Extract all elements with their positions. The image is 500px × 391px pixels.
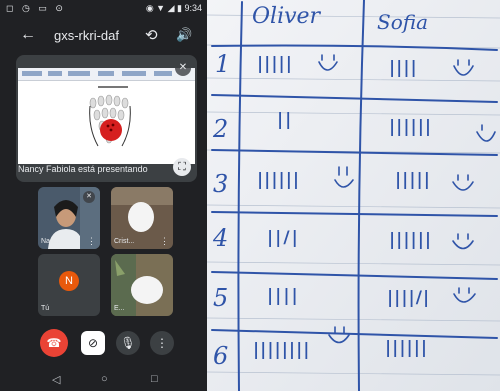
notebook-photo: Oliver Sofia 1 ||||| |||| 2 || |||||| 3 …: [207, 0, 500, 391]
nav-home-icon[interactable]: ○: [101, 373, 108, 385]
row-number: 1: [215, 50, 231, 78]
bowling-pins-image: [89, 94, 131, 147]
participant-tile-e[interactable]: E...: [111, 254, 173, 316]
more-options-icon[interactable]: ⋮: [160, 237, 169, 246]
tally-sofia: ||||: [389, 58, 418, 78]
speaker-icon[interactable]: 🔊: [176, 27, 192, 43]
tally-oliver: |||||: [257, 54, 293, 74]
mic-toggle-button[interactable]: 🎙: [116, 331, 140, 355]
participant-tile-nan[interactable]: ✕ Nan... ⋮: [38, 187, 100, 249]
tally-sofia: ||||||: [385, 338, 429, 358]
phone-icon: ☎: [46, 336, 62, 350]
camera-off-icon: ⊘: [87, 336, 99, 350]
row-number: 4: [213, 224, 229, 252]
tally-oliver: ||||: [267, 286, 300, 306]
hangup-button[interactable]: ☎: [40, 329, 68, 357]
participant-name: E...: [114, 305, 125, 312]
row-number: 2: [213, 115, 229, 143]
status-time: 9:34: [184, 3, 202, 13]
tally-oliver: ||||||: [257, 170, 301, 190]
presenting-label: Nancy Fabiola está presentando: [18, 164, 148, 174]
status-left-icons: ◻ ◷ ▭ ⊙: [6, 3, 66, 13]
camera-toggle-button[interactable]: ⊘: [81, 331, 105, 355]
more-options-button[interactable]: ⋮: [150, 331, 174, 355]
mic-off-icon: ✕: [83, 191, 95, 203]
meeting-code: gxs-rkri-daf: [54, 28, 120, 43]
tally-sofia: ||||/|: [387, 288, 431, 308]
status-bar: ◻ ◷ ▭ ⊙ ◉ ▼ ◢ ▮ 9:34: [0, 0, 207, 17]
row-number: 6: [213, 342, 229, 370]
participant-name: Nan...: [41, 238, 60, 245]
mic-icon: 🎙: [120, 336, 136, 350]
column-header-oliver: Oliver: [252, 4, 321, 29]
tally-sofia: ||||||: [389, 117, 433, 137]
shared-document: [18, 68, 195, 164]
more-vert-icon: ⋮: [156, 336, 168, 350]
row-number: 5: [213, 284, 229, 312]
meeting-app-bar: ← gxs-rkri-daf ⟲ 🔊: [0, 17, 207, 55]
tally-sofia: ||||||: [389, 230, 433, 250]
participant-name: Crist...: [114, 238, 135, 245]
mic-off-icon: ✕: [175, 60, 191, 76]
row-number: 3: [213, 170, 229, 198]
tally-sofia: |||||: [395, 170, 431, 190]
more-options-icon[interactable]: ⋮: [87, 237, 96, 246]
switch-camera-icon[interactable]: ⟲: [145, 26, 158, 44]
tally-oliver: ||||||||: [253, 340, 311, 360]
column-header-sofia: Sofia: [377, 10, 429, 34]
participant-tile-self[interactable]: N Tú: [38, 254, 100, 316]
back-arrow-icon[interactable]: ←: [20, 26, 36, 44]
tally-oliver: ||: [277, 110, 294, 130]
participant-name: Tú: [41, 305, 50, 312]
meet-phone-screen: ◻ ◷ ▭ ⊙ ◉ ▼ ◢ ▮ 9:34 ← gxs-rkri-daf ⟲ 🔊: [0, 0, 207, 391]
participant-tile-crist[interactable]: Crist... ⋮: [111, 187, 173, 249]
nav-back-icon[interactable]: ◁: [52, 373, 60, 386]
nav-recent-icon[interactable]: □: [151, 373, 158, 385]
notebook-page: [207, 0, 500, 391]
fullscreen-icon[interactable]: ⛶: [173, 158, 191, 176]
status-right-icons: ◉ ▼ ◢ ▮: [145, 3, 182, 13]
avatar: N: [59, 271, 79, 291]
tally-oliver: ||/|: [267, 228, 300, 248]
screen-share-tile[interactable]: ✕ Nancy Fabiola está presentando ⛶: [16, 55, 197, 182]
